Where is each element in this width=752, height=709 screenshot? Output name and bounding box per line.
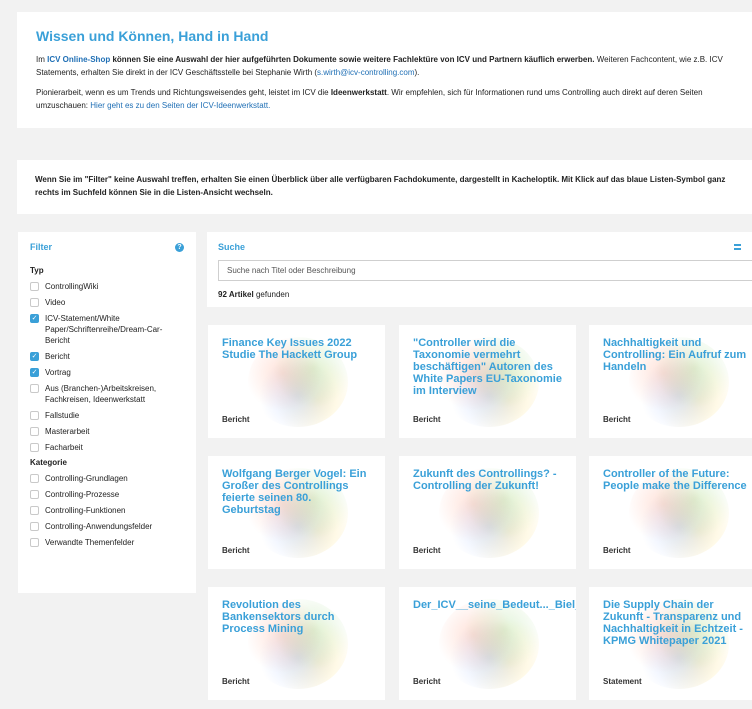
intro-paragraph-2: Pionierarbeit, wenn es um Trends und Ric… (36, 88, 703, 110)
filter-option[interactable]: ControllingWiki (30, 281, 184, 292)
ideenwerkstatt-link[interactable]: Hier geht es zu den Seiten der ICV-Ideen… (90, 101, 270, 110)
filter-option-label: Controlling-Prozesse (45, 490, 120, 499)
checkbox[interactable] (30, 538, 39, 547)
article-card[interactable]: Die Supply Chain der Zukunft - Transpare… (589, 587, 752, 700)
typ-options: ControllingWiki Video ✓ ICV-Statement/White… (30, 281, 184, 453)
card-type: Bericht (222, 415, 250, 424)
card-title[interactable]: Controller of the Future: People make th… (603, 468, 752, 492)
info-panel: Wenn Sie im "Filter" keine Auswahl treff… (17, 160, 752, 214)
card-type: Bericht (603, 546, 631, 555)
search-panel: Suche 92 Artikel gefunden (207, 232, 752, 307)
typ-group: Typ ControllingWiki Video ✓ ICV-Statement/W… (30, 266, 184, 453)
kategorie-title: Kategorie (30, 458, 67, 467)
article-card[interactable]: Controller of the Future: People make th… (589, 456, 752, 569)
card-type: Bericht (413, 677, 441, 686)
intro-panel: Wissen und Können, Hand in Hand Im ICV O… (17, 12, 752, 128)
search-header: Suche (218, 242, 741, 252)
article-card[interactable]: "Controller wird die Taxonomie vermehrt … (399, 325, 576, 438)
filter-option-label: Bericht (45, 352, 70, 361)
card-type: Bericht (222, 546, 250, 555)
filter-option-label: Controlling-Grundlagen (45, 474, 128, 483)
checkbox[interactable] (30, 474, 39, 483)
filter-option-label: ICV-Statement/White Paper/Schriftenreihe… (45, 314, 163, 345)
filter-option[interactable]: Controlling-Grundlagen (30, 473, 184, 484)
page-title: Wissen und Können, Hand in Hand (36, 28, 269, 44)
checkbox[interactable] (30, 411, 39, 420)
filter-option-label: Video (45, 298, 66, 307)
filter-option[interactable]: Aus (Branchen-)Arbeitskreisen, Fachkreis… (30, 383, 184, 405)
checkbox[interactable]: ✓ (30, 314, 39, 323)
card-title[interactable]: Finance Key Issues 2022 Studie The Hacke… (222, 337, 371, 361)
checkbox[interactable] (30, 282, 39, 291)
filter-option[interactable]: Video (30, 297, 184, 308)
checkbox[interactable]: ✓ (30, 368, 39, 377)
card-title[interactable]: Revolution des Bankensektors durch Proce… (222, 599, 371, 635)
checkbox[interactable] (30, 298, 39, 307)
filter-option[interactable]: Controlling-Prozesse (30, 489, 184, 500)
article-card[interactable]: Wolfgang Berger Vogel: Ein Großer des Co… (208, 456, 385, 569)
card-title[interactable]: Wolfgang Berger Vogel: Ein Großer des Co… (222, 468, 371, 516)
article-card[interactable]: Zukunft des Controllings? - Controlling … (399, 456, 576, 569)
kategorie-options: Controlling-Grundlagen Controlling-Prozes… (30, 473, 184, 548)
kategorie-group: Kategorie Controlling-Grundlagen Controll… (30, 458, 184, 548)
filter-option-label: Facharbeit (45, 443, 83, 452)
checkbox[interactable] (30, 443, 39, 452)
card-title[interactable]: Nachhaltigkeit und Controlling: Ein Aufr… (603, 337, 752, 373)
results-count: 92 Artikel gefunden (218, 290, 290, 299)
filter-option-label: ControllingWiki (45, 282, 99, 291)
filter-option[interactable]: Controlling-Anwendungsfelder (30, 521, 184, 532)
card-type: Bericht (222, 677, 250, 686)
help-circle-icon[interactable]: ? (175, 242, 184, 252)
info-text: Wenn Sie im "Filter" keine Auswahl treff… (35, 175, 726, 197)
article-card[interactable]: Nachhaltigkeit und Controlling: Ein Aufr… (589, 325, 752, 438)
intro-paragraph-1: Im ICV Online-Shop können Sie eine Auswa… (36, 55, 723, 77)
card-background-splash (439, 599, 539, 689)
email-link[interactable]: s.wirth@icv-controlling.com (317, 68, 414, 77)
filter-option[interactable]: Verwandte Themenfelder (30, 537, 184, 548)
filter-option-label: Masterarbeit (45, 427, 90, 436)
filter-option-label: Fallstudie (45, 411, 80, 420)
card-title[interactable]: Der_ICV__seine_Bedeut..._Biel_im_Intervi… (413, 599, 576, 611)
filter-option[interactable]: Facharbeit (30, 442, 184, 453)
checkbox[interactable] (30, 506, 39, 515)
article-card[interactable]: Der_ICV__seine_Bedeut..._Biel_im_Intervi… (399, 587, 576, 700)
card-title[interactable]: Die Supply Chain der Zukunft - Transpare… (603, 599, 752, 647)
filter-header: Filter ? (30, 242, 184, 252)
card-type: Bericht (413, 546, 441, 555)
checkbox[interactable] (30, 490, 39, 499)
filter-option-label: Verwandte Themenfelder (45, 538, 135, 547)
filter-option[interactable]: Controlling-Funktionen (30, 505, 184, 516)
checkbox[interactable] (30, 522, 39, 531)
search-input[interactable] (218, 260, 752, 281)
filter-option[interactable]: Masterarbeit (30, 426, 184, 437)
filter-option[interactable]: ✓ ICV-Statement/White Paper/Schriftenreih… (30, 313, 184, 346)
online-shop-link[interactable]: ICV Online-Shop (47, 55, 110, 64)
article-card[interactable]: Finance Key Issues 2022 Studie The Hacke… (208, 325, 385, 438)
card-type: Statement (603, 677, 642, 686)
filter-option[interactable]: ✓ Vortrag (30, 367, 184, 378)
filter-option-label: Aus (Branchen-)Arbeitskreisen, Fachkreis… (45, 384, 157, 404)
filter-option-label: Controlling-Funktionen (45, 506, 126, 515)
article-card[interactable]: Revolution des Bankensektors durch Proce… (208, 587, 385, 700)
card-title[interactable]: "Controller wird die Taxonomie vermehrt … (413, 337, 562, 397)
search-title: Suche (218, 242, 246, 252)
filter-title: Filter (30, 242, 53, 252)
filter-panel: Filter ? Typ ControllingWiki Video ✓ ICV-St… (18, 232, 196, 593)
typ-title: Typ (30, 266, 44, 275)
filter-option-label: Controlling-Anwendungsfelder (45, 522, 153, 531)
checkbox[interactable]: ✓ (30, 352, 39, 361)
list-view-icon[interactable] (734, 244, 741, 250)
checkbox[interactable] (30, 384, 39, 393)
card-type: Bericht (413, 415, 441, 424)
card-title[interactable]: Zukunft des Controllings? - Controlling … (413, 468, 562, 492)
filter-option[interactable]: ✓ Bericht (30, 351, 184, 362)
filter-option[interactable]: Fallstudie (30, 410, 184, 421)
filter-option-label: Vortrag (45, 368, 71, 377)
checkbox[interactable] (30, 427, 39, 436)
card-type: Bericht (603, 415, 631, 424)
